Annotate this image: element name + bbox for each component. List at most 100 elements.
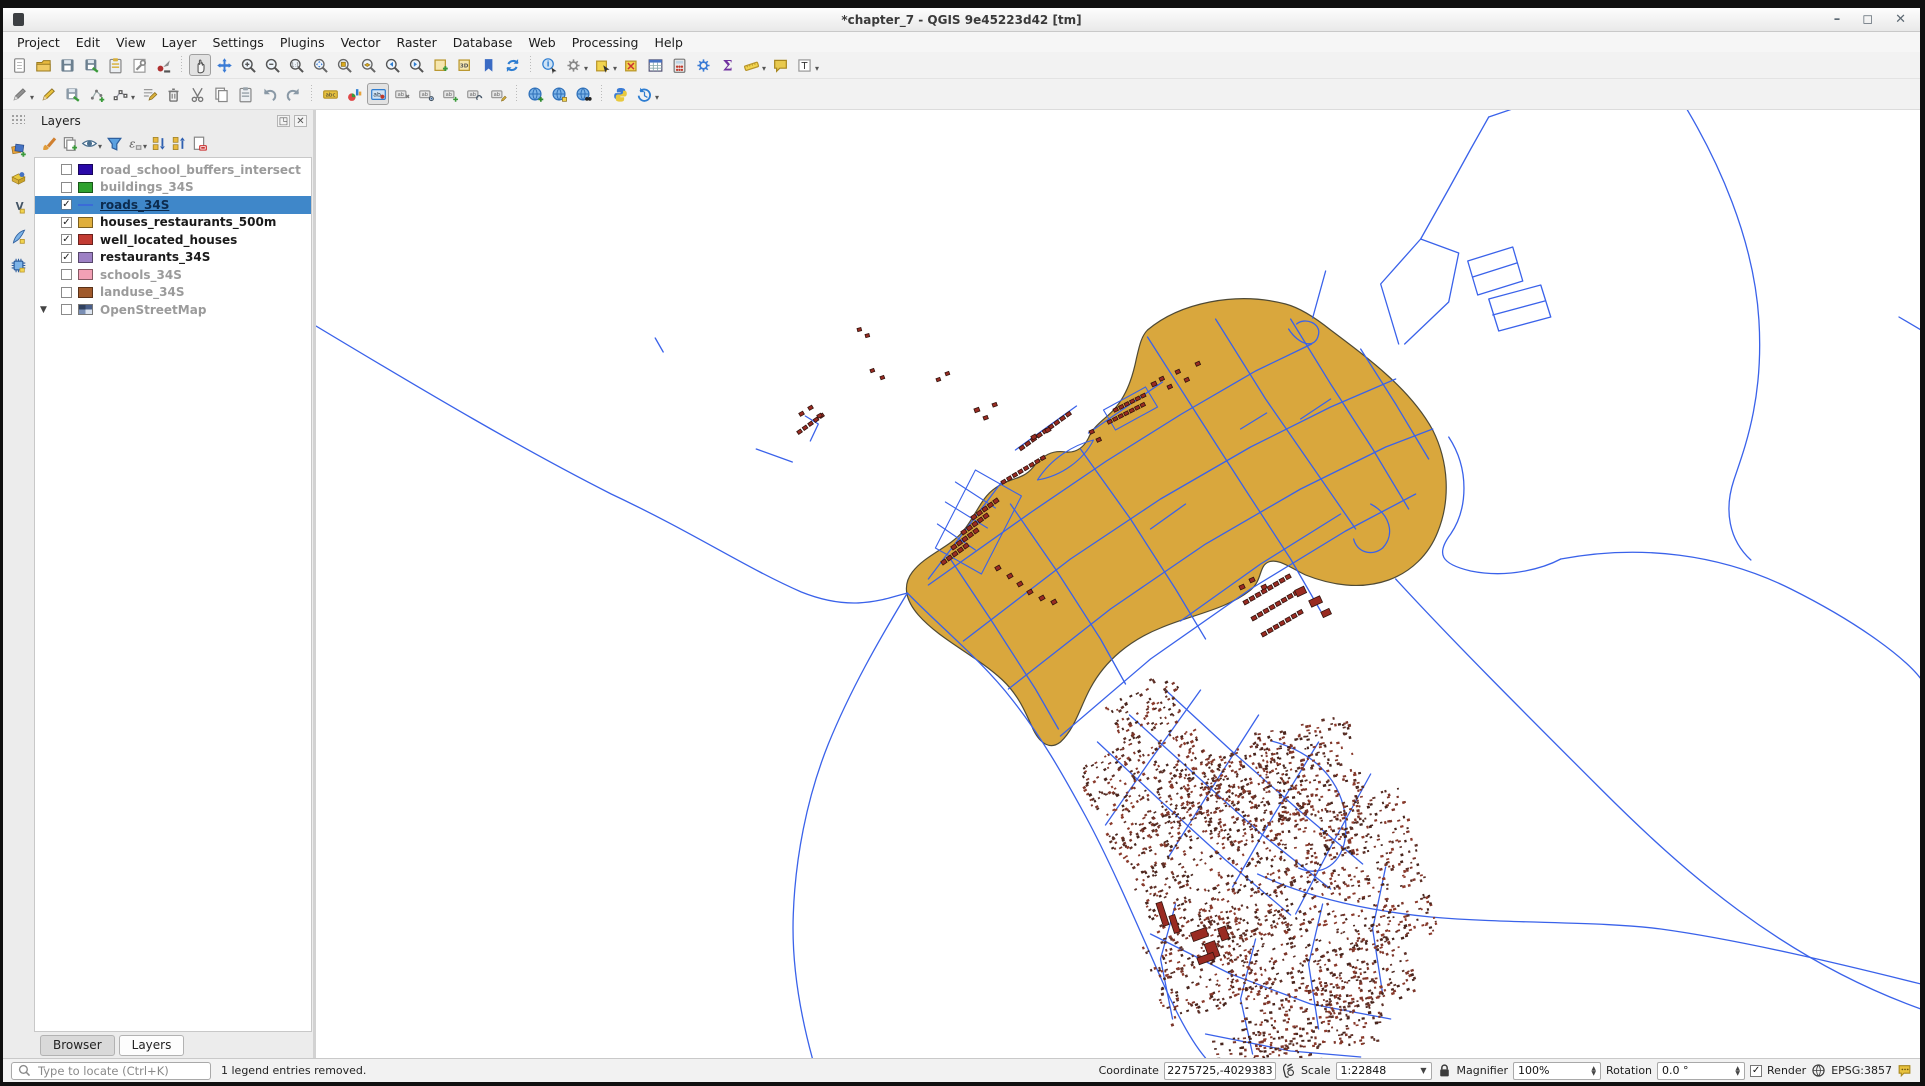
layer-checkbox[interactable]: [61, 304, 72, 315]
layer-checkbox[interactable]: ✓: [61, 199, 72, 210]
zoom-full-icon[interactable]: [309, 54, 331, 76]
map-canvas[interactable]: [316, 110, 1920, 1058]
lock-scale-icon[interactable]: [1437, 1063, 1452, 1078]
menu-edit[interactable]: Edit: [68, 33, 108, 52]
locator-input[interactable]: [36, 1063, 205, 1079]
paste-features-icon[interactable]: [234, 83, 256, 105]
minimize-button[interactable]: –: [1834, 13, 1841, 27]
add-feature-icon[interactable]: [85, 83, 107, 105]
layer-item-houses_restaurants_500m[interactable]: ✓houses_restaurants_500m: [35, 214, 311, 232]
zoom-out-icon[interactable]: [261, 54, 283, 76]
text-annotation-icon-dropdown[interactable]: ▾: [815, 64, 819, 73]
collapse-all-icon[interactable]: [169, 133, 189, 153]
undo-icon[interactable]: [258, 83, 280, 105]
new-print-layout-icon[interactable]: [104, 54, 126, 76]
menu-project[interactable]: Project: [9, 33, 68, 52]
layer-item-landuse_34S[interactable]: landuse_34S: [35, 284, 311, 302]
layer-checkbox[interactable]: [61, 287, 72, 298]
add-geopackage-icon[interactable]: [7, 167, 29, 189]
layer-checkbox[interactable]: ✓: [61, 252, 72, 263]
layer-item-restaurants_34S[interactable]: ✓restaurants_34S: [35, 249, 311, 267]
panel-close-icon[interactable]: ✕: [294, 115, 307, 127]
menu-layer[interactable]: Layer: [154, 33, 205, 52]
toggle-editing-icon[interactable]: [37, 83, 59, 105]
close-button[interactable]: ✕: [1895, 13, 1906, 27]
text-annotation-icon[interactable]: T: [793, 54, 815, 76]
magnifier-spinbox[interactable]: 100%▲▼: [1513, 1062, 1601, 1080]
map-tips-icon[interactable]: [769, 54, 791, 76]
menu-view[interactable]: View: [108, 33, 154, 52]
menu-help[interactable]: Help: [646, 33, 691, 52]
layer-checkbox[interactable]: [61, 182, 72, 193]
layer-item-road_school_buffers_intersect[interactable]: road_school_buffers_intersect: [35, 161, 311, 179]
menu-database[interactable]: Database: [445, 33, 521, 52]
measure-icon-dropdown[interactable]: ▾: [762, 64, 766, 73]
processing-history-icon-dropdown[interactable]: ▾: [655, 93, 659, 102]
crs-value[interactable]: EPSG:3857: [1831, 1064, 1892, 1077]
catalog-search-icon[interactable]: [572, 83, 594, 105]
data-source-manager-icon[interactable]: [7, 138, 29, 160]
select-features-icon-dropdown[interactable]: ▾: [613, 64, 617, 73]
filter-legend-icon[interactable]: [104, 133, 124, 153]
pan-to-selection-icon[interactable]: [213, 54, 235, 76]
zoom-native-icon[interactable]: 1:1: [285, 54, 307, 76]
manage-map-themes-icon[interactable]: [79, 133, 99, 153]
move-label-icon[interactable]: ab: [439, 83, 461, 105]
new-3d-map-view-icon[interactable]: 3D: [453, 54, 475, 76]
new-shapefile-layer-icon[interactable]: V: [7, 196, 29, 218]
layer-labeling-icon[interactable]: abc: [319, 83, 341, 105]
add-group-icon[interactable]: [59, 133, 79, 153]
remove-layer-icon[interactable]: [189, 133, 209, 153]
show-hidden-labels-icon[interactable]: ab: [415, 83, 437, 105]
panel-tab-layers[interactable]: Layers: [119, 1035, 185, 1056]
metasearch-icon[interactable]: [524, 83, 546, 105]
web-service-icon[interactable]: [548, 83, 570, 105]
zoom-last-icon[interactable]: [381, 54, 403, 76]
panel-float-icon[interactable]: ◳: [277, 115, 290, 127]
labeling-options-icon[interactable]: ab: [367, 83, 389, 105]
new-map-view-icon[interactable]: [429, 54, 451, 76]
layer-item-schools_34S[interactable]: schools_34S: [35, 266, 311, 284]
expand-all-icon[interactable]: [149, 133, 169, 153]
current-edits-icon[interactable]: [8, 83, 30, 105]
zoom-next-icon[interactable]: [405, 54, 427, 76]
panel-tab-browser[interactable]: Browser: [40, 1035, 115, 1056]
redo-icon[interactable]: [282, 83, 304, 105]
save-project-icon[interactable]: [56, 54, 78, 76]
layer-item-buildings_34S[interactable]: buildings_34S: [35, 179, 311, 197]
field-calculator-icon[interactable]: [668, 54, 690, 76]
zoom-to-layer-icon[interactable]: [357, 54, 379, 76]
run-feature-action-icon[interactable]: [562, 54, 584, 76]
processing-history-icon[interactable]: [633, 83, 655, 105]
layer-styling-icon[interactable]: [39, 133, 59, 153]
layer-checkbox[interactable]: ✓: [61, 234, 72, 245]
toolbar-handle[interactable]: [11, 114, 25, 124]
zoom-to-selection-icon[interactable]: [333, 54, 355, 76]
bookmarks-icon[interactable]: [477, 54, 499, 76]
crs-globe-icon[interactable]: [1811, 1063, 1826, 1078]
processing-toolbox-icon[interactable]: [692, 54, 714, 76]
menu-plugins[interactable]: Plugins: [272, 33, 333, 52]
scale-combo[interactable]: 1:22848▼: [1336, 1062, 1432, 1080]
layer-expander-icon[interactable]: ▼: [40, 305, 47, 315]
copy-features-icon[interactable]: [210, 83, 232, 105]
cut-features-icon[interactable]: [186, 83, 208, 105]
menu-settings[interactable]: Settings: [205, 33, 272, 52]
extent-tracking-icon[interactable]: [1281, 1063, 1296, 1078]
layer-checkbox[interactable]: [61, 269, 72, 280]
filter-by-expression-icon[interactable]: ε: [124, 133, 144, 153]
rotation-spinbox[interactable]: 0.0 °▲▼: [1657, 1062, 1745, 1080]
run-feature-action-icon-dropdown[interactable]: ▾: [584, 64, 588, 73]
identify-features-icon[interactable]: i: [538, 54, 560, 76]
layer-item-roads_34S[interactable]: ✓roads_34S: [35, 196, 311, 214]
vertex-tool-icon[interactable]: [109, 83, 131, 105]
change-label-icon[interactable]: ab: [487, 83, 509, 105]
zoom-in-icon[interactable]: [237, 54, 259, 76]
modify-attributes-icon[interactable]: [138, 83, 160, 105]
locator-box[interactable]: [11, 1062, 211, 1080]
new-virtual-layer-icon[interactable]: [7, 254, 29, 276]
layer-diagram-icon[interactable]: [343, 83, 365, 105]
style-manager-icon[interactable]: [152, 54, 174, 76]
layer-checkbox[interactable]: ✓: [61, 217, 72, 228]
open-project-icon[interactable]: [32, 54, 54, 76]
